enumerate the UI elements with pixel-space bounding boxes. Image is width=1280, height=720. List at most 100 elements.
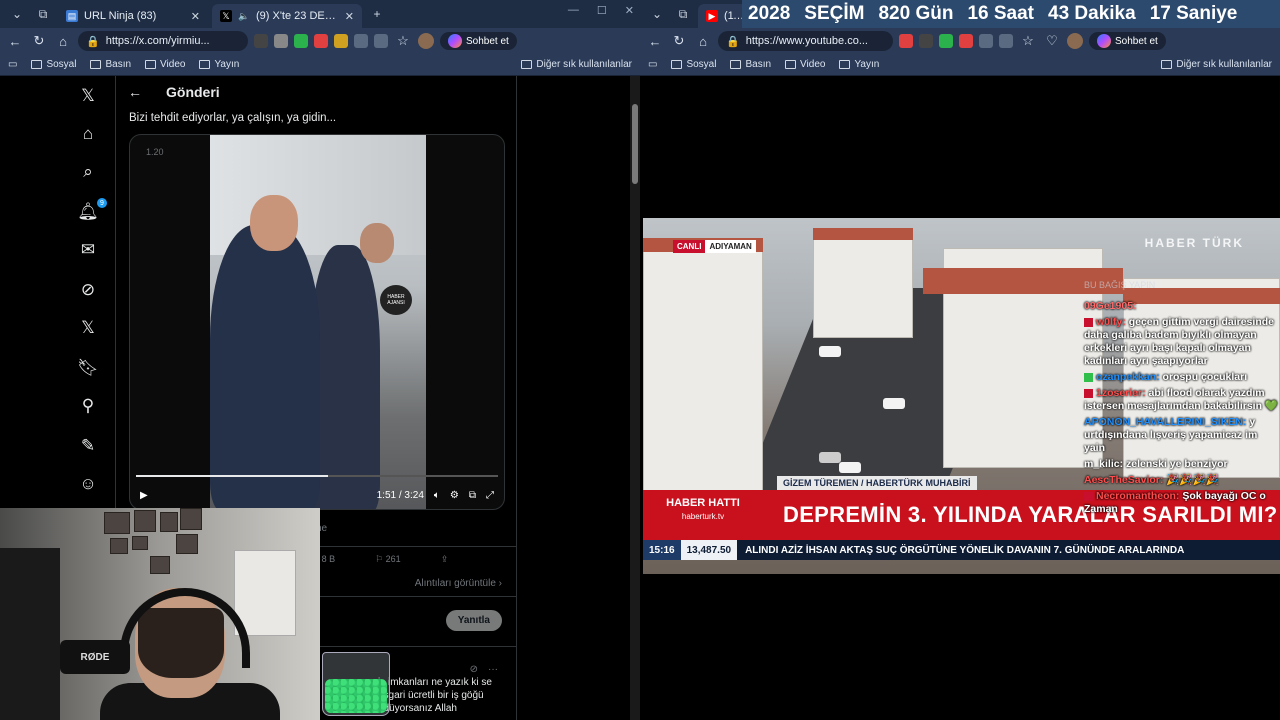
back-arrow-icon[interactable]: ←	[128, 84, 142, 100]
scrollbar-thumb[interactable]	[632, 104, 638, 184]
extension-icon[interactable]	[354, 34, 368, 48]
favorite-folder[interactable]: Sosyal	[31, 59, 76, 70]
share-icon[interactable]: ⇪	[441, 554, 449, 565]
view-quotes-link[interactable]: Alıntıları görüntüle ›	[415, 578, 502, 589]
favorite-folder[interactable]: Video	[785, 59, 825, 70]
close-tab-icon[interactable]: ✕	[345, 10, 354, 23]
profile-avatar[interactable]	[418, 33, 434, 49]
other-favorites-label: Diğer sık kullanılanlar	[1176, 59, 1272, 70]
tab-url-ninja[interactable]: ▤ URL Ninja (83) ✕	[58, 4, 208, 28]
address-input[interactable]: 🔒 https://x.com/yirmiu...	[78, 31, 248, 51]
favorite-folder[interactable]: Yayın	[199, 59, 239, 70]
chat-username: AescTheSavior:	[1084, 474, 1164, 486]
chat-username: 1zoserier:	[1096, 387, 1146, 399]
extension-icon[interactable]	[294, 34, 308, 48]
favorite-folder[interactable]: Video	[145, 59, 185, 70]
extension-icon[interactable]	[959, 34, 973, 48]
reading-list-icon[interactable]: ▭	[648, 59, 657, 70]
tab-x-post[interactable]: 𝕏 🔈 (9) X'te 23 DERECE: "Yıldız Ho ✕	[212, 4, 362, 28]
refresh-icon[interactable]: ↻	[30, 33, 48, 49]
extension-icon[interactable]	[274, 34, 288, 48]
close-tab-icon[interactable]: ✕	[191, 10, 200, 23]
video-progress-bar[interactable]	[136, 475, 498, 477]
copilot-label: Sohbet et	[466, 35, 509, 47]
tab-actions-icon[interactable]: ⌄	[6, 3, 28, 25]
close-window-icon[interactable]: ✕	[625, 4, 634, 17]
communities-icon[interactable]: ⚲	[78, 396, 98, 416]
refresh-icon[interactable]: ↻	[670, 33, 688, 49]
news-ticker: 15:16 13,487.50 ALINDI AZİZ İHSAN AKTAŞ …	[643, 540, 1280, 560]
grok-icon[interactable]: ⊘	[78, 280, 98, 300]
settings-gear-icon[interactable]: ⚙	[450, 490, 459, 501]
minimize-icon[interactable]: —	[568, 4, 579, 17]
x-logo-icon[interactable]: 𝕏	[78, 86, 98, 106]
speaker-icon[interactable]: 🔈	[238, 10, 250, 22]
ticker-time: 15:16	[643, 540, 681, 560]
more-icon[interactable]: ···	[488, 664, 498, 675]
home-icon[interactable]: ⌂	[694, 34, 712, 49]
bookmarks-icon[interactable]: 🔖︎	[77, 358, 99, 378]
reading-list-icon[interactable]: ▭	[8, 59, 17, 70]
other-favorites[interactable]: Diğer sık kullanılanlar	[521, 59, 632, 70]
favorite-folder[interactable]: Basın	[730, 59, 771, 70]
other-favorites-label: Diğer sık kullanılanlar	[536, 59, 632, 70]
back-icon[interactable]: ←	[6, 34, 24, 49]
fullscreen-icon[interactable]: ⤢	[486, 490, 494, 501]
banner-left-title: HABER HATTI	[666, 497, 740, 509]
favorite-folder[interactable]: Basın	[90, 59, 131, 70]
home-icon[interactable]: ⌂	[54, 34, 72, 49]
favorites-bar: ▭ Sosyal Basın Video Yayın Diğer sık kul…	[0, 54, 640, 76]
profile-icon[interactable]: ☺	[78, 474, 98, 494]
reply-button[interactable]: Yanıtla	[445, 610, 502, 631]
page-scrollbar[interactable]	[630, 76, 640, 720]
chat-username: ozanpekkan:	[1096, 371, 1160, 383]
collections-icon[interactable]: ♡	[1043, 33, 1061, 49]
favorite-folder[interactable]: Sosyal	[671, 59, 716, 70]
tab-title: URL Ninja (83)	[84, 10, 157, 22]
url-text: https://x.com/yirmiu...	[105, 35, 210, 47]
tab-actions-icon[interactable]: ⌄	[646, 3, 668, 25]
new-tab-icon[interactable]: +	[366, 3, 388, 25]
microphone-brand: RØDE	[60, 640, 130, 674]
profile-avatar[interactable]	[1067, 33, 1083, 49]
extension-icon[interactable]	[999, 34, 1013, 48]
channel-logo: HABER TÜRK	[1144, 236, 1244, 250]
home-icon[interactable]: ⌂	[78, 124, 98, 144]
address-input[interactable]: 🔒 https://www.youtube.co...	[718, 31, 893, 51]
picture-in-picture-icon[interactable]: ⧉	[469, 490, 476, 501]
tweet-video[interactable]: 1.20 HABER AJANSI ▶ 1:51 / 3:24 🔈︎ ⚙ ⧉ ⤢	[129, 134, 505, 510]
play-icon[interactable]: ▶	[140, 490, 148, 501]
extension-icon[interactable]	[374, 34, 388, 48]
bookmarks-stat[interactable]: ⚐ 261	[375, 554, 401, 565]
extension-icon[interactable]	[939, 34, 953, 48]
premium-icon[interactable]: 𝕏	[78, 318, 98, 338]
address-bar-row: ← ↻ ⌂ 🔒 https://www.youtube.co... ☆ ♡ So…	[640, 28, 1280, 54]
other-favorites[interactable]: Diğer sık kullanılanlar	[1161, 59, 1272, 70]
extension-icon[interactable]	[919, 34, 933, 48]
notifications-icon[interactable]: 🔔︎ 9	[77, 198, 107, 222]
compose-icon[interactable]: ✎	[78, 436, 98, 456]
grok-icon[interactable]: ⊘	[470, 664, 478, 675]
favorites-star-icon[interactable]: ☆	[1019, 33, 1037, 49]
chat-badge-icon	[1084, 388, 1093, 398]
video-car	[883, 398, 905, 409]
extension-icon[interactable]	[254, 34, 268, 48]
favorites-star-icon[interactable]: ☆	[394, 33, 412, 49]
extension-icon[interactable]	[979, 34, 993, 48]
copilot-chat-button[interactable]: Sohbet et	[440, 32, 517, 50]
extension-icon[interactable]	[314, 34, 328, 48]
chat-message: APONON_HAVALLERINI_SIKEN: y urtdışındana…	[1084, 416, 1278, 455]
workspaces-icon[interactable]: ⧉	[672, 3, 694, 25]
extension-icon[interactable]	[334, 34, 348, 48]
volume-icon[interactable]: 🔈︎	[434, 490, 440, 501]
extension-icon[interactable]	[899, 34, 913, 48]
workspaces-icon[interactable]: ⧉	[32, 3, 54, 25]
maximize-icon[interactable]: ☐	[597, 4, 607, 17]
favorite-folder[interactable]: Yayın	[839, 59, 879, 70]
back-icon[interactable]: ←	[646, 34, 664, 49]
search-icon[interactable]: ⌕	[78, 162, 98, 182]
copilot-chat-button[interactable]: Sohbet et	[1089, 32, 1166, 50]
video-progress-fill	[136, 475, 328, 477]
favorites-bar: ▭ Sosyal Basın Video Yayın Diğer sık kul…	[640, 54, 1280, 76]
messages-icon[interactable]: ✉	[78, 240, 98, 260]
